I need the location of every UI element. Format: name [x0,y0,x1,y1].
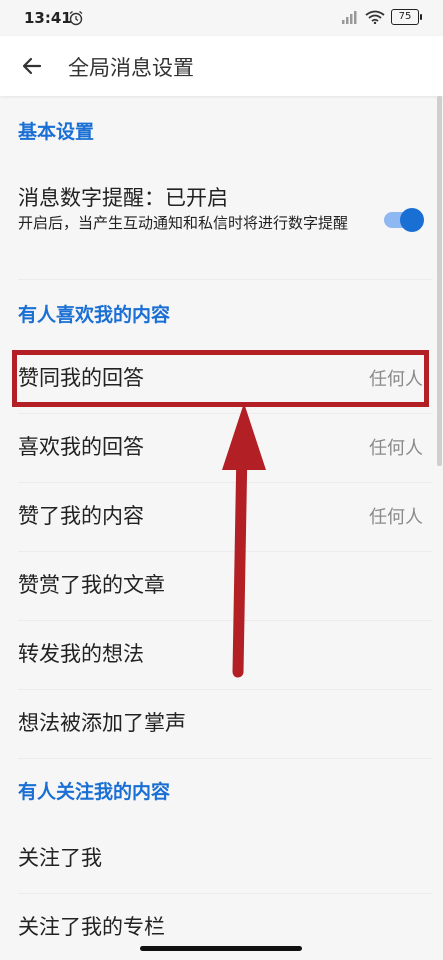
list-item-label: 喜欢我的回答 [18,435,144,459]
list-item-label: 赞了我的内容 [18,504,144,528]
section-header-basic: 基本设置 [18,121,95,143]
screen: 13:41 75 全局消息设置 基本设置 消息数字提醒：已开启 开启后，当产生互… [0,0,443,960]
list-item-label: 关注了我的专栏 [18,915,165,939]
list-item-value: 任何人 [369,507,423,528]
list-item-repost-idea[interactable]: 转发我的想法 [0,620,433,688]
divider [18,279,433,280]
list-item-label: 想法被添加了掌声 [18,711,186,735]
gesture-nav-handle[interactable] [140,946,302,951]
section-header-follows: 有人关注我的内容 [18,781,171,803]
list-item-label: 赞赏了我的文章 [18,573,165,597]
setting-title: 消息数字提醒：已开启 [18,186,228,210]
scrollbar[interactable] [437,96,442,466]
list-item-like-answer[interactable]: 喜欢我的回答 任何人 [0,413,433,481]
app-bar: 全局消息设置 [0,36,443,96]
status-bar: 13:41 75 [0,0,443,36]
highlight-box [12,350,429,407]
list-item-followed-me[interactable]: 关注了我 [0,824,433,892]
divider [18,758,433,759]
digit-reminder-toggle[interactable] [384,208,424,232]
list-item-tip-article[interactable]: 赞赏了我的文章 [0,551,433,619]
list-item-idea-applause[interactable]: 想法被添加了掌声 [0,689,433,757]
setting-description: 开启后，当产生互动通知和私信时将进行数字提醒 [18,214,349,232]
wifi-icon [365,10,385,24]
status-time: 13:41 [24,9,72,27]
list-item-liked-content[interactable]: 赞了我的内容 任何人 [0,482,433,550]
battery-indicator: 75 [391,9,422,25]
status-icons: 75 [341,9,422,25]
arrow-left-icon[interactable] [20,54,44,78]
cell-signal-icon [342,11,357,24]
list-item-label: 转发我的想法 [18,642,144,666]
section-header-likes: 有人喜欢我的内容 [18,304,171,326]
alarm-clock-icon [69,10,83,26]
page-title: 全局消息设置 [68,56,194,80]
list-item-label: 关注了我 [18,846,102,870]
list-item-value: 任何人 [369,438,423,459]
toggle-knob [400,208,424,232]
